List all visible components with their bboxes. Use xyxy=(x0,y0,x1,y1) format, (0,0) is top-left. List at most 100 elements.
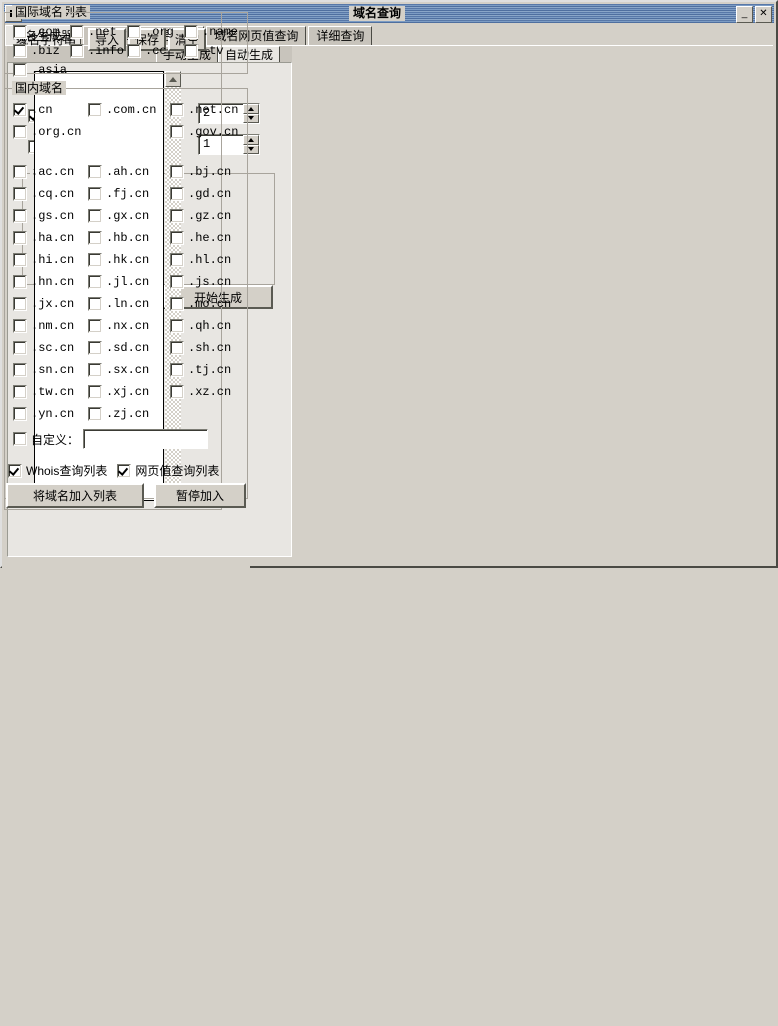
suffix-nxcn-box[interactable] xyxy=(88,319,102,333)
suffix-gzcn-box[interactable] xyxy=(170,209,184,223)
suffix-hecn[interactable]: .he.cn xyxy=(170,227,250,249)
suffix-accn[interactable]: .ac.cn xyxy=(13,161,88,183)
suffix-shcn-box[interactable] xyxy=(170,341,184,355)
suffix-twcn[interactable]: .tw.cn xyxy=(13,381,88,403)
suffix-gscn-box[interactable] xyxy=(13,209,27,223)
suffix-mocn-box[interactable] xyxy=(170,297,184,311)
suffix-qhcn[interactable]: .qh.cn xyxy=(170,315,250,337)
suffix-org-box[interactable] xyxy=(127,25,141,39)
suffix-shcn[interactable]: .sh.cn xyxy=(170,337,250,359)
suffix-cn[interactable]: .cn xyxy=(13,103,88,117)
tab-detail-query[interactable]: 详细查询 xyxy=(308,26,372,45)
suffix-sccn-box[interactable] xyxy=(13,341,27,355)
suffix-yncn-box[interactable] xyxy=(13,407,27,421)
suffix-zjcn[interactable]: .zj.cn xyxy=(88,403,170,425)
suffix-hicn[interactable]: .hi.cn xyxy=(13,249,88,271)
custom-suffix-box[interactable] xyxy=(13,432,27,446)
suffix-name[interactable]: .name xyxy=(184,25,238,39)
suffix-zjcn-box[interactable] xyxy=(88,407,102,421)
suffix-hbcn[interactable]: .hb.cn xyxy=(88,227,170,249)
suffix-com[interactable]: .com xyxy=(13,25,70,39)
suffix-tjcn[interactable]: .tj.cn xyxy=(170,359,250,381)
suffix-sccn[interactable]: .sc.cn xyxy=(13,337,88,359)
suffix-gscn[interactable]: .gs.cn xyxy=(13,205,88,227)
suffix-xzcn-box[interactable] xyxy=(170,385,184,399)
custom-suffix-checkbox[interactable]: 自定义： xyxy=(13,431,79,448)
minimize-button[interactable]: _ xyxy=(736,6,753,23)
suffix-hacn-box[interactable] xyxy=(13,231,27,245)
pagevalue-list-checkbox-box[interactable] xyxy=(117,464,131,478)
suffix-net-cn-box[interactable] xyxy=(170,103,184,117)
suffix-accn-box[interactable] xyxy=(13,165,27,179)
suffix-cqcn[interactable]: .cq.cn xyxy=(13,183,88,205)
suffix-hlcn-box[interactable] xyxy=(170,253,184,267)
suffix-sdcn-box[interactable] xyxy=(88,341,102,355)
suffix-gdcn-box[interactable] xyxy=(170,187,184,201)
suffix-org[interactable]: .org xyxy=(127,25,184,39)
suffix-yncn[interactable]: .yn.cn xyxy=(13,403,88,425)
suffix-ahcn-box[interactable] xyxy=(88,165,102,179)
suffix-cc-box[interactable] xyxy=(127,44,141,58)
suffix-net-box[interactable] xyxy=(70,25,84,39)
suffix-net[interactable]: .net xyxy=(70,25,127,39)
suffix-hecn-box[interactable] xyxy=(170,231,184,245)
suffix-com-box[interactable] xyxy=(13,25,27,39)
suffix-hkcn-box[interactable] xyxy=(88,253,102,267)
suffix-twcn-box[interactable] xyxy=(13,385,27,399)
suffix-xjcn[interactable]: .xj.cn xyxy=(88,381,170,403)
suffix-org-cn-box[interactable] xyxy=(13,125,27,139)
suffix-bjcn-box[interactable] xyxy=(170,165,184,179)
custom-suffix-input[interactable] xyxy=(83,429,208,449)
suffix-gxcn-box[interactable] xyxy=(88,209,102,223)
suffix-jxcn[interactable]: .jx.cn xyxy=(13,293,88,315)
suffix-cn-box[interactable] xyxy=(13,103,27,117)
suffix-sxcn[interactable]: .sx.cn xyxy=(88,359,170,381)
pagevalue-list-checkbox[interactable]: 网页值查询列表 xyxy=(117,462,219,479)
suffix-tjcn-box[interactable] xyxy=(170,363,184,377)
suffix-info-box[interactable] xyxy=(70,44,84,58)
suffix-sncn[interactable]: .sn.cn xyxy=(13,359,88,381)
suffix-org-cn[interactable]: .org.cn xyxy=(13,125,170,139)
suffix-hncn[interactable]: .hn.cn xyxy=(13,271,88,293)
suffix-info[interactable]: .info xyxy=(70,44,127,58)
suffix-hacn[interactable]: .ha.cn xyxy=(13,227,88,249)
pause-add-button[interactable]: 暂停加入 xyxy=(154,483,246,508)
suffix-biz[interactable]: .biz xyxy=(13,44,70,58)
suffix-qhcn-box[interactable] xyxy=(170,319,184,333)
suffix-hlcn[interactable]: .hl.cn xyxy=(170,249,250,271)
suffix-name-box[interactable] xyxy=(184,25,198,39)
suffix-fjcn[interactable]: .fj.cn xyxy=(88,183,170,205)
suffix-nmcn[interactable]: .nm.cn xyxy=(13,315,88,337)
suffix-jlcn-box[interactable] xyxy=(88,275,102,289)
add-domains-button[interactable]: 将域名加入列表 xyxy=(6,483,144,508)
suffix-gdcn[interactable]: .gd.cn xyxy=(170,183,250,205)
suffix-lncn[interactable]: .ln.cn xyxy=(88,293,170,315)
suffix-mocn[interactable]: .mo.cn xyxy=(170,293,250,315)
suffix-net-cn[interactable]: .net.cn xyxy=(170,103,238,117)
suffix-sdcn[interactable]: .sd.cn xyxy=(88,337,170,359)
suffix-hncn-box[interactable] xyxy=(13,275,27,289)
suffix-gov-cn-box[interactable] xyxy=(170,125,184,139)
suffix-cc[interactable]: .cc xyxy=(127,44,184,58)
suffix-com-cn-box[interactable] xyxy=(88,103,102,117)
suffix-bjcn[interactable]: .bj.cn xyxy=(170,161,250,183)
suffix-com-cn[interactable]: .com.cn xyxy=(88,103,170,117)
suffix-fjcn-box[interactable] xyxy=(88,187,102,201)
suffix-sncn-box[interactable] xyxy=(13,363,27,377)
whois-list-checkbox[interactable]: Whois查询列表 xyxy=(8,462,107,479)
suffix-asia[interactable]: .asia xyxy=(13,63,67,77)
suffix-lncn-box[interactable] xyxy=(88,297,102,311)
suffix-gov-cn[interactable]: .gov.cn xyxy=(170,125,238,139)
suffix-sxcn-box[interactable] xyxy=(88,363,102,377)
suffix-jlcn[interactable]: .jl.cn xyxy=(88,271,170,293)
suffix-asia-box[interactable] xyxy=(13,63,27,77)
suffix-hbcn-box[interactable] xyxy=(88,231,102,245)
close-button[interactable]: ✕ xyxy=(755,6,772,23)
suffix-xzcn[interactable]: .xz.cn xyxy=(170,381,250,403)
suffix-gzcn[interactable]: .gz.cn xyxy=(170,205,250,227)
suffix-xjcn-box[interactable] xyxy=(88,385,102,399)
suffix-jscn-box[interactable] xyxy=(170,275,184,289)
suffix-jscn[interactable]: .js.cn xyxy=(170,271,250,293)
suffix-cqcn-box[interactable] xyxy=(13,187,27,201)
suffix-tv-box[interactable] xyxy=(184,44,198,58)
